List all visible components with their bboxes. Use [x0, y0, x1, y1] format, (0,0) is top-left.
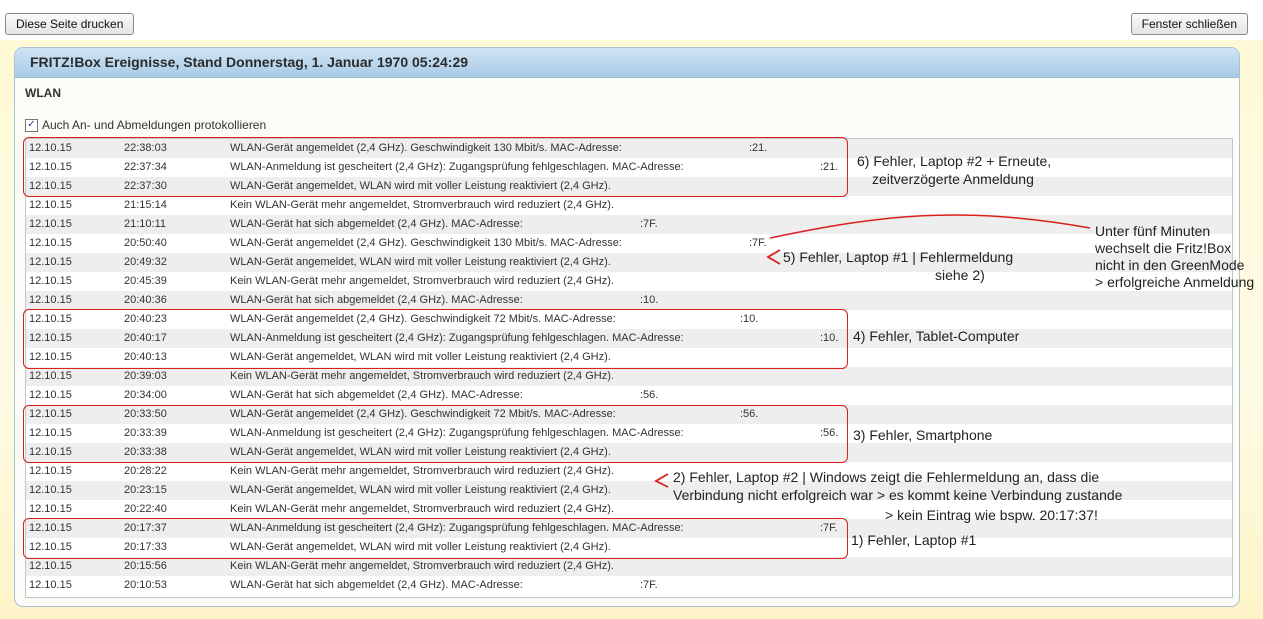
log-time: 21:10:11	[124, 218, 167, 230]
log-date: 12.10.15	[29, 503, 72, 515]
log-date: 12.10.15	[29, 294, 72, 306]
note-3: 3) Fehler, Smartphone	[853, 427, 993, 443]
log-row: 12.10.15 20:39:03 Kein WLAN-Gerät mehr ang…	[26, 367, 1232, 386]
log-message: Kein WLAN-Gerät mehr angemeldet, Stromve…	[230, 560, 614, 572]
log-time: 21:15:14	[124, 199, 167, 211]
note-greenmode: Unter fünf Minuten wechselt die Fritz!Bo…	[1095, 223, 1255, 290]
log-message: WLAN-Gerät hat sich abgemeldet (2,4 GHz)…	[230, 579, 523, 591]
section-title: WLAN	[25, 86, 61, 100]
log-date: 12.10.15	[29, 579, 72, 591]
log-time: 20:40:36	[124, 294, 167, 306]
log-connections-option[interactable]: ✓ Auch An- und Abmeldungen protokolliere…	[25, 118, 266, 132]
log-time: 20:10:53	[124, 579, 167, 591]
log-time: 20:49:32	[124, 256, 167, 268]
log-message: Kein WLAN-Gerät mehr angemeldet, Stromve…	[230, 465, 614, 477]
note-5: 5) Fehler, Laptop #1 | Fehlermeldung sie…	[783, 249, 1014, 283]
log-row: 12.10.15 21:15:14 Kein WLAN-Gerät mehr ang…	[26, 196, 1232, 215]
checkbox[interactable]: ✓	[25, 118, 38, 132]
log-mac-suffix: :56.	[640, 389, 659, 401]
panel-title: FRITZ!Box Ereignisse, Stand Donnerstag, …	[15, 48, 1239, 78]
annotation-box-4	[23, 309, 848, 369]
log-row: 12.10.15 20:45:39 Kein WLAN-Gerät mehr ang…	[26, 272, 1232, 291]
log-date: 12.10.15	[29, 389, 72, 401]
log-message: WLAN-Gerät hat sich abgemeldet (2,4 GHz)…	[230, 389, 523, 401]
log-time: 20:22:40	[124, 503, 167, 515]
log-time: 20:23:15	[124, 484, 167, 496]
log-date: 12.10.15	[29, 465, 72, 477]
log-date: 12.10.15	[29, 370, 72, 382]
log-mac-suffix: :7F.	[749, 237, 767, 249]
note-1: 1) Fehler, Laptop #1	[851, 532, 977, 548]
log-time: 20:15:56	[124, 560, 167, 572]
log-row: 12.10.15 20:49:32 WLAN-Gerät angemeldet, W…	[26, 253, 1232, 272]
log-message: Kein WLAN-Gerät mehr angemeldet, Stromve…	[230, 199, 614, 211]
log-mac-suffix: :10.	[640, 294, 659, 306]
log-date: 12.10.15	[29, 199, 72, 211]
log-row: 12.10.15 20:10:53 WLAN-Gerät hat sich abge…	[26, 576, 1232, 595]
log-row: 12.10.15 20:50:40 WLAN-Gerät angemeldet (2…	[26, 234, 1232, 253]
note-2: 2) Fehler, Laptop #2 | Windows zeigt die…	[673, 469, 1123, 523]
log-mac-suffix: :7F.	[640, 218, 658, 230]
log-row: 12.10.15 20:40:36 WLAN-Gerät hat sich abge…	[26, 291, 1232, 310]
checkbox-label: Auch An- und Abmeldungen protokollieren	[42, 118, 267, 132]
log-date: 12.10.15	[29, 484, 72, 496]
print-page-button[interactable]: Diese Seite drucken	[5, 13, 135, 35]
log-row: 12.10.15 20:34:00 WLAN-Gerät hat sich abge…	[26, 386, 1232, 405]
note-6: 6) Fehler, Laptop #2 + Erneute, zeitverz…	[857, 153, 1052, 187]
log-message: Kein WLAN-Gerät mehr angemeldet, Stromve…	[230, 275, 614, 287]
log-date: 12.10.15	[29, 237, 72, 249]
log-date: 12.10.15	[29, 560, 72, 572]
log-mac-suffix: :7F.	[640, 579, 658, 591]
log-time: 20:45:39	[124, 275, 167, 287]
note-4: 4) Fehler, Tablet-Computer	[853, 328, 1020, 344]
log-date: 12.10.15	[29, 256, 72, 268]
log-message: Kein WLAN-Gerät mehr angemeldet, Stromve…	[230, 503, 614, 515]
annotation-box-3	[23, 405, 848, 463]
log-message: WLAN-Gerät angemeldet, WLAN wird mit vol…	[230, 484, 611, 496]
log-date: 12.10.15	[29, 218, 72, 230]
annotation-box-1	[23, 518, 848, 559]
log-row: 12.10.15 20:15:56 Kein WLAN-Gerät mehr ang…	[26, 557, 1232, 576]
log-message: WLAN-Gerät angemeldet (2,4 GHz). Geschwi…	[230, 237, 622, 249]
log-message: WLAN-Gerät angemeldet, WLAN wird mit vol…	[230, 256, 611, 268]
log-message: WLAN-Gerät hat sich abgemeldet (2,4 GHz)…	[230, 218, 523, 230]
log-time: 20:34:00	[124, 389, 167, 401]
annotation-box-6	[23, 137, 848, 197]
log-time: 20:28:22	[124, 465, 167, 477]
log-date: 12.10.15	[29, 275, 72, 287]
close-window-button[interactable]: Fenster schließen	[1130, 13, 1248, 35]
log-row: 12.10.15 21:10:11 WLAN-Gerät hat sich abge…	[26, 215, 1232, 234]
log-message: WLAN-Gerät hat sich abgemeldet (2,4 GHz)…	[230, 294, 523, 306]
log-message: Kein WLAN-Gerät mehr angemeldet, Stromve…	[230, 370, 614, 382]
log-time: 20:50:40	[124, 237, 167, 249]
log-time: 20:39:03	[124, 370, 167, 382]
